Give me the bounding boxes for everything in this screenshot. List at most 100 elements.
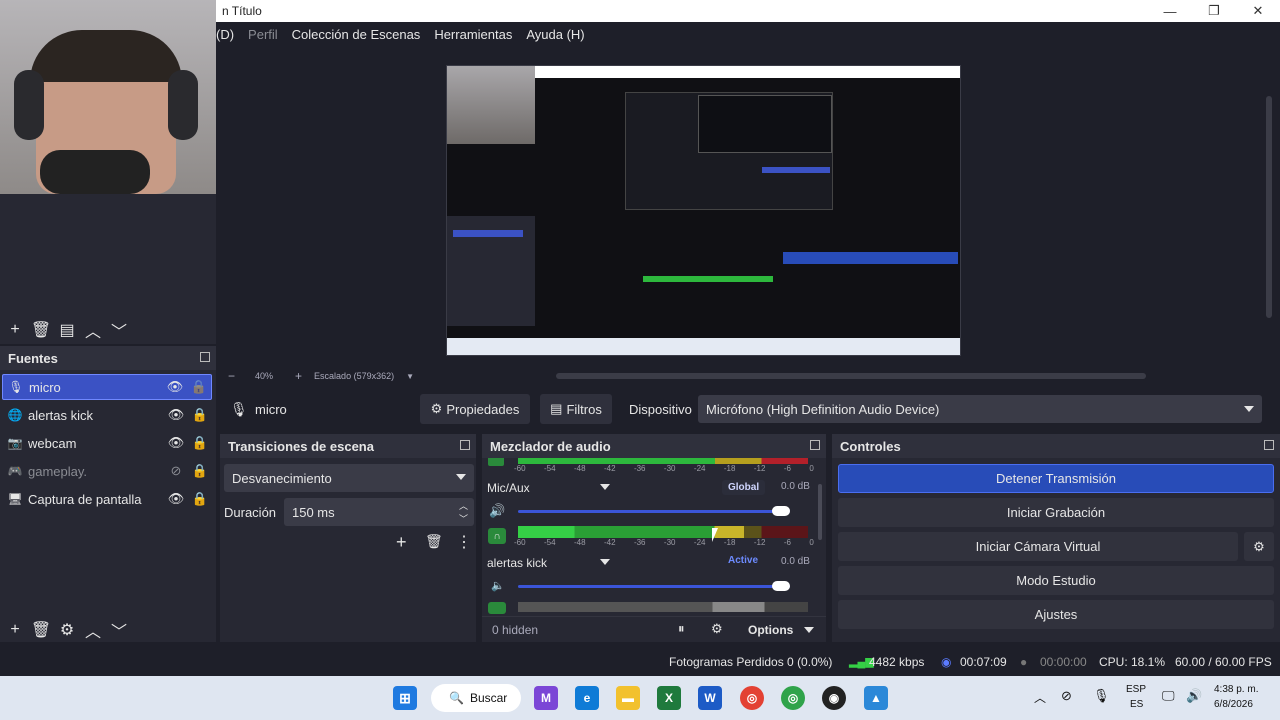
speaker-icon[interactable]: 🔊	[489, 503, 505, 519]
move-up-icon[interactable]: ︿	[80, 618, 106, 642]
chrome-icon[interactable]: ◎	[740, 686, 764, 710]
chevron-down-icon[interactable]	[600, 559, 610, 565]
excel-icon[interactable]: X	[657, 686, 681, 710]
minimize-button[interactable]: —	[1148, 0, 1192, 22]
m365-icon[interactable]: M	[534, 686, 558, 710]
obs-icon[interactable]: ◉	[822, 686, 846, 710]
display-icon[interactable]: 🖵	[1162, 688, 1175, 704]
volume-slider-track[interactable]	[518, 585, 790, 588]
properties-button[interactable]: ⚙ Propiedades	[420, 394, 530, 424]
menu-item-edit[interactable]: (D)	[216, 27, 234, 42]
eye-icon[interactable]: 👁	[163, 379, 187, 395]
chevron-down-icon[interactable]	[600, 484, 610, 490]
lock-icon[interactable]: 🔒	[188, 407, 212, 423]
eye-icon[interactable]: 👁	[164, 435, 188, 451]
transition-type-select[interactable]: Desvanecimiento	[224, 464, 474, 492]
trash-icon[interactable]: 🗑	[425, 533, 443, 550]
close-button[interactable]: ✕	[1236, 0, 1280, 22]
start-virtual-camera-button[interactable]: Iniciar Cámara Virtual	[838, 532, 1238, 561]
preview-horizontal-scrollbar[interactable]	[556, 373, 1146, 379]
mixer-scrollbar[interactable]	[818, 484, 822, 540]
edge-icon[interactable]: e	[575, 686, 599, 710]
move-down-icon[interactable]: ﹀	[106, 618, 132, 642]
word-icon[interactable]: W	[698, 686, 722, 710]
dock-icon[interactable]	[810, 440, 820, 450]
folder-icon[interactable]: ▬	[616, 686, 640, 710]
menu-item-scene-collection[interactable]: Colección de Escenas	[292, 27, 421, 42]
trash-icon[interactable]: 🗑	[28, 320, 54, 340]
unlock-icon[interactable]: 🔒	[187, 379, 211, 395]
zoom-in-icon[interactable]: +	[295, 369, 302, 383]
lang-bottom[interactable]: ES	[1130, 699, 1143, 710]
dock-icon[interactable]	[460, 440, 470, 450]
nested-stop-button	[783, 252, 958, 264]
volume-slider-track[interactable]	[518, 510, 790, 513]
headphone-icon[interactable]	[488, 602, 506, 614]
headphone-icon[interactable]: ∩	[488, 528, 506, 544]
lock-icon[interactable]: 🔒	[188, 463, 212, 479]
channel-db: 0.0 dB	[781, 556, 810, 567]
preview-canvas[interactable]	[446, 65, 961, 356]
chevron-up-icon[interactable]: ︿	[1034, 689, 1046, 706]
move-down-icon[interactable]: ﹀	[106, 318, 132, 342]
person-hair	[30, 30, 182, 82]
source-item-micro[interactable]: 🎙 micro 👁 🔒	[2, 374, 212, 400]
menu-item-profile[interactable]: Perfil	[248, 27, 278, 42]
volume-icon[interactable]: 🔊	[1186, 688, 1202, 704]
chrome-profile-icon[interactable]: ◎	[781, 686, 805, 710]
photos-icon[interactable]: ▲	[864, 686, 888, 710]
add-icon[interactable]: +	[2, 321, 28, 339]
clock-time[interactable]: 4:38 p. m.	[1214, 684, 1258, 695]
mixer-settings-icon[interactable]: ⚙	[711, 621, 723, 637]
start-recording-button[interactable]: Iniciar Grabación	[838, 498, 1274, 527]
scale-dropdown-icon[interactable]: ▼	[406, 372, 414, 381]
chevron-down-icon[interactable]	[804, 627, 814, 633]
move-up-icon[interactable]: ︿	[80, 318, 106, 342]
dock-icon[interactable]	[1264, 440, 1274, 450]
maximize-button[interactable]: ❐	[1192, 0, 1236, 22]
lang-top[interactable]: ESP	[1126, 684, 1146, 695]
zoom-out-icon[interactable]: −	[228, 369, 235, 383]
options-button[interactable]: Options	[748, 623, 793, 637]
eye-off-icon[interactable]: ⊘	[164, 463, 188, 479]
preview-vertical-scrollbar[interactable]	[1266, 96, 1272, 318]
spin-down-icon[interactable]: ﹀	[459, 512, 468, 525]
volume-slider-knob[interactable]	[772, 581, 790, 591]
lock-icon[interactable]: 🔒	[188, 435, 212, 451]
menu-item-help[interactable]: Ayuda (H)	[526, 27, 584, 42]
virtual-camera-settings-button[interactable]: ⚙	[1244, 532, 1274, 561]
eye-icon[interactable]: 👁	[164, 491, 188, 507]
eye-icon[interactable]: 👁	[164, 407, 188, 423]
headphone-right	[168, 70, 198, 140]
settings-button[interactable]: Ajustes	[838, 600, 1274, 629]
source-item-gameplay[interactable]: 🎮 gameplay. ⊘ 🔒	[2, 458, 212, 484]
device-select[interactable]: Micrófono (High Definition Audio Device)	[698, 395, 1262, 423]
windows-start-icon[interactable]: ⊞	[393, 686, 417, 710]
microphone-tray-icon[interactable]: 🎙	[1093, 688, 1110, 704]
filters-button[interactable]: ▤ Filtros	[540, 394, 612, 424]
menu-item-tools[interactable]: Herramientas	[434, 27, 512, 42]
gear-icon[interactable]: ⚙	[54, 620, 80, 640]
network-off-icon[interactable]: ⊘	[1061, 688, 1072, 704]
stop-streaming-button[interactable]: Detener Transmisión	[838, 464, 1274, 493]
spin-up-icon[interactable]: ︿	[459, 499, 468, 512]
more-icon[interactable]: ⋮	[456, 532, 472, 552]
search-box[interactable]: 🔍 Buscar	[431, 684, 521, 712]
record-time: 00:00:00	[1040, 655, 1087, 669]
clock-date[interactable]: 6/8/2026	[1214, 699, 1253, 710]
source-item-alertas-kick[interactable]: 🌐 alertas kick 👁 🔒	[2, 402, 212, 428]
pause-icon[interactable]: ⏸	[678, 621, 685, 637]
search-icon: 🔍	[449, 691, 464, 705]
speaker-muted-icon[interactable]: 🔈	[491, 579, 505, 592]
add-transition-icon[interactable]: +	[396, 532, 407, 553]
dock-icon[interactable]	[200, 352, 210, 362]
trash-icon[interactable]: 🗑	[28, 620, 54, 640]
source-item-webcam[interactable]: 📷 webcam 👁 🔒	[2, 430, 212, 456]
source-item-screen-capture[interactable]: 🖥 Captura de pantalla 👁 🔒	[2, 486, 212, 512]
add-icon[interactable]: +	[2, 621, 28, 639]
filter-icon[interactable]: ▤	[54, 320, 80, 340]
lock-icon[interactable]: 🔒	[188, 491, 212, 507]
volume-slider-knob[interactable]	[772, 506, 790, 516]
studio-mode-button[interactable]: Modo Estudio	[838, 566, 1274, 595]
duration-spinbox[interactable]: 150 ms ︿ ﹀	[284, 498, 474, 526]
